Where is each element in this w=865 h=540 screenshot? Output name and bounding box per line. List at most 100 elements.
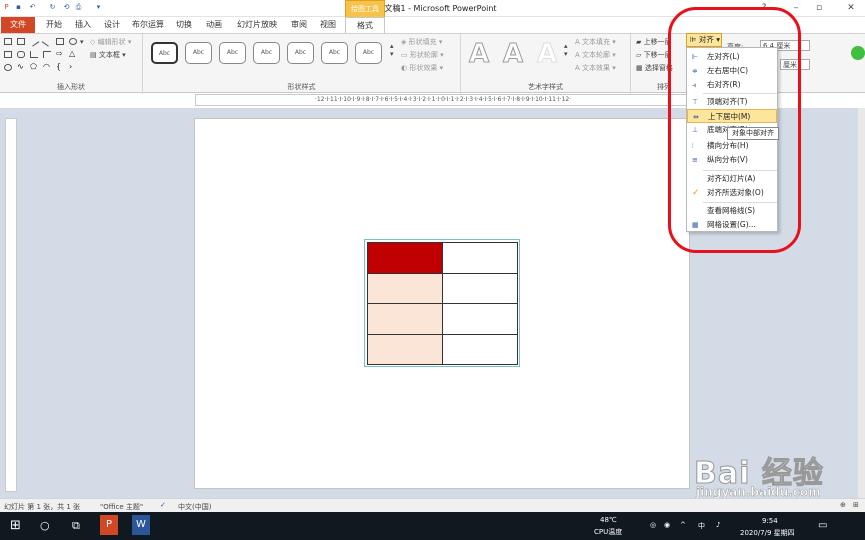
- wordart-label: 艺术字样式: [528, 83, 563, 91]
- tab-transitions[interactable]: 切换: [172, 17, 196, 33]
- style-swatch-6[interactable]: Abc: [321, 42, 348, 64]
- insert-shapes-group: ⇨ △ ∿ ⬠ ◠ { › ▾ ◇ 编辑形状 ▾ ▤ 文本框 ▾ 插入形状: [0, 34, 143, 94]
- rect2-shape-icon[interactable]: [56, 38, 64, 45]
- tab-insert[interactable]: 插入: [71, 17, 95, 33]
- taskbar: ⊞ ○ ⧉ P W 48℃ CPU温度 ◎ ◉ ^ 中 ♪ 9:54 2020/…: [0, 512, 865, 540]
- windows-start-icon[interactable]: ⊞: [10, 518, 21, 533]
- clock-date: 2020/7/9 星期四: [740, 529, 795, 537]
- vertical-scrollbar[interactable]: [858, 108, 865, 498]
- theme-name: "Office 主题": [100, 503, 144, 511]
- insert-shapes-label: 插入形状: [57, 83, 85, 91]
- text-outline-button[interactable]: A 文本轮廓 ▾: [575, 50, 616, 60]
- text-effects-button[interactable]: A 文本效果 ▾: [575, 63, 616, 73]
- wordart-scroll-icon[interactable]: ▴ ▾: [564, 42, 568, 58]
- tray-icon[interactable]: ◎: [650, 521, 656, 529]
- cpu-temp-label: CPU温度: [594, 528, 623, 536]
- table-cell[interactable]: [367, 242, 443, 274]
- wordart-style-3[interactable]: A: [533, 40, 561, 69]
- rectangle-shape-icon[interactable]: [4, 38, 12, 45]
- style-swatch-5[interactable]: Abc: [287, 42, 314, 64]
- table-cell[interactable]: [442, 272, 518, 304]
- style-swatch-4[interactable]: Abc: [253, 42, 280, 64]
- table-cell[interactable]: [442, 242, 518, 274]
- table-cell[interactable]: [367, 272, 443, 304]
- arc-shape-icon[interactable]: ◠: [43, 63, 51, 71]
- triangle-shape-icon[interactable]: △: [69, 50, 77, 58]
- rect3-shape-icon[interactable]: [4, 51, 12, 58]
- shapes-more-icon[interactable]: ▾: [80, 38, 84, 46]
- context-tab-group: 绘图工具: [345, 0, 385, 18]
- line2-shape-icon[interactable]: [41, 36, 53, 47]
- shape-fill-button[interactable]: ◈ 形状填充 ▾: [401, 37, 442, 47]
- line-shape-icon[interactable]: [28, 36, 40, 47]
- input-method-indicator[interactable]: 中: [698, 521, 705, 531]
- powerpoint-taskbar-icon[interactable]: P: [100, 515, 118, 535]
- oval2-shape-icon[interactable]: [4, 64, 12, 71]
- pentagon-shape-icon[interactable]: ⬠: [30, 63, 38, 71]
- baidu-jingyan-watermark: Bai 经验 jingyan.baidu.com: [694, 456, 824, 500]
- zoom-in-icon[interactable]: ⊕: [840, 501, 846, 509]
- table-cell[interactable]: [367, 333, 443, 365]
- table-cell[interactable]: [442, 333, 518, 365]
- table-selection-frame[interactable]: [364, 239, 520, 367]
- tab-design[interactable]: 设计: [100, 17, 124, 33]
- clock-time: 9:54: [762, 517, 778, 525]
- style-swatch-3[interactable]: Abc: [219, 42, 246, 64]
- style-swatch-7[interactable]: Abc: [355, 42, 382, 64]
- style-swatch-2[interactable]: Abc: [185, 42, 212, 64]
- horizontal-ruler: ·12·I·11·I·10·I·9·I·8·I·7·I·6·I·5·I·4·I·…: [195, 94, 691, 106]
- brace-shape-icon[interactable]: {: [56, 63, 64, 71]
- tab-home[interactable]: 开始: [42, 17, 66, 33]
- notifications-icon[interactable]: ▭: [818, 520, 827, 531]
- shape-effects-button[interactable]: ◐ 形状效果 ▾: [401, 63, 443, 73]
- wordart-group: A A A ▴ ▾ A 文本填充 ▾ A 文本轮廓 ▾ A 文本效果 ▾ 艺术字样…: [461, 34, 631, 94]
- tab-file[interactable]: 文件: [1, 17, 35, 33]
- word-taskbar-icon[interactable]: W: [132, 515, 150, 535]
- tab-format[interactable]: 格式: [345, 17, 385, 34]
- search-icon[interactable]: ○: [40, 519, 50, 532]
- status-bar: 幻灯片 第 1 张，共 1 张 "Office 主题" ✓ 中文(中国) ⊕ ⊞: [0, 498, 865, 512]
- volume-icon[interactable]: ♪: [716, 521, 720, 529]
- styles-scroll-icon[interactable]: ▴ ▾: [390, 42, 394, 58]
- fit-window-icon[interactable]: ⊞: [853, 501, 859, 509]
- style-swatch-1[interactable]: Abc: [151, 42, 178, 64]
- wordart-style-1[interactable]: A: [465, 40, 493, 69]
- textbox-shape-icon[interactable]: [17, 38, 25, 45]
- table-cell[interactable]: [367, 303, 443, 335]
- text-fill-button[interactable]: A 文本填充 ▾: [575, 37, 616, 47]
- edit-shape-button[interactable]: ◇ 编辑形状 ▾: [90, 37, 131, 47]
- text-box-button[interactable]: ▤ 文本框 ▾: [90, 50, 126, 60]
- close-button[interactable]: ✕: [844, 2, 858, 14]
- status-green-icon: [851, 46, 865, 60]
- send-backward-button[interactable]: ▱ 下移一层: [636, 50, 672, 60]
- chevron-shape-icon[interactable]: ›: [69, 63, 77, 71]
- tab-view[interactable]: 视图: [316, 17, 340, 33]
- curve-shape-icon[interactable]: ∿: [17, 63, 25, 71]
- tab-animations[interactable]: 动画: [202, 17, 226, 33]
- tray-icon[interactable]: ◉: [664, 521, 670, 529]
- shape-styles-label: 形状样式: [287, 83, 316, 91]
- rounded-rect-shape-icon[interactable]: [17, 51, 25, 58]
- shape-outline-button[interactable]: ▭ 形状轮廓 ▾: [401, 50, 444, 60]
- task-view-icon[interactable]: ⧉: [72, 519, 80, 533]
- slide-table[interactable]: [367, 242, 518, 365]
- bring-forward-button[interactable]: ▰ 上移一层: [636, 37, 672, 47]
- elbow-connector-icon[interactable]: [30, 51, 38, 58]
- temperature-readout: 48℃: [600, 516, 617, 524]
- spellcheck-icon[interactable]: ✓: [160, 501, 166, 509]
- oval-shape-icon[interactable]: [69, 38, 77, 45]
- elbow2-connector-icon[interactable]: [43, 51, 51, 58]
- table-cell[interactable]: [442, 303, 518, 335]
- arrow-shape-icon[interactable]: ⇨: [56, 50, 64, 58]
- vertical-ruler: [5, 118, 17, 492]
- shape-styles-group: Abc Abc Abc Abc Abc Abc Abc ▴ ▾ ◈ 形状填充 ▾ …: [143, 34, 461, 94]
- tab-review[interactable]: 审阅: [287, 17, 311, 33]
- maximize-button[interactable]: ▫: [812, 2, 826, 14]
- language-indicator[interactable]: 中文(中国): [178, 502, 211, 512]
- red-annotation-outline: [668, 7, 801, 253]
- wordart-style-2[interactable]: A: [499, 40, 527, 69]
- tab-slideshow[interactable]: 幻灯片放映: [233, 17, 281, 33]
- tray-overflow-icon[interactable]: ^: [680, 521, 686, 529]
- minimize-button[interactable]: –: [789, 2, 803, 14]
- tab-boolean[interactable]: 布尔运算: [130, 17, 166, 33]
